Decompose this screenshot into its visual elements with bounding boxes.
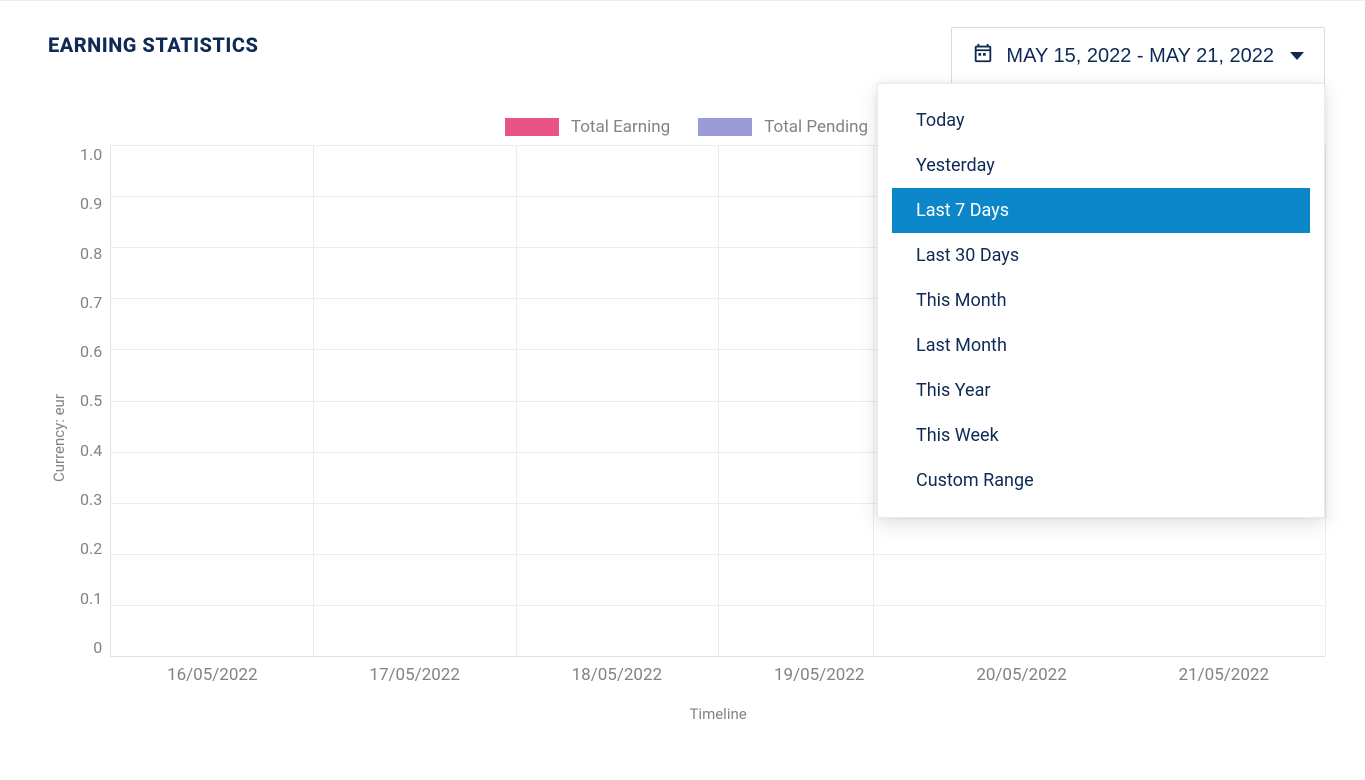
range-option-last-7-days[interactable]: Last 7 Days [892, 188, 1310, 233]
date-range-picker: MAY 15, 2022 - MAY 21, 2022 Today Yester… [951, 27, 1325, 85]
date-range-text: MAY 15, 2022 - MAY 21, 2022 [1006, 45, 1274, 68]
legend-item-total-pending[interactable]: Total Pending [698, 117, 868, 137]
y-tick: 0.9 [80, 194, 102, 213]
date-range-button[interactable]: MAY 15, 2022 - MAY 21, 2022 [951, 27, 1325, 85]
range-option-this-week[interactable]: This Week [892, 413, 1310, 458]
legend-item-total-earning[interactable]: Total Earning [505, 117, 670, 137]
x-tick: 18/05/2022 [572, 665, 662, 685]
range-option-this-month[interactable]: This Month [892, 278, 1310, 323]
y-tick: 0.8 [80, 244, 102, 263]
legend-label-total-pending: Total Pending [764, 117, 868, 137]
range-option-this-year[interactable]: This Year [892, 368, 1310, 413]
range-option-today[interactable]: Today [892, 98, 1310, 143]
page-title: EARNING STATISTICS [48, 33, 258, 57]
x-tick: 16/05/2022 [167, 665, 257, 685]
caret-down-icon [1290, 52, 1304, 60]
y-axis-ticks: 1.0 0.9 0.8 0.7 0.6 0.5 0.4 0.3 0.2 0.1 … [70, 145, 110, 657]
x-tick: 17/05/2022 [369, 665, 459, 685]
y-tick: 0.4 [80, 441, 102, 460]
y-tick: 0.7 [80, 293, 102, 312]
x-tick: 21/05/2022 [1179, 665, 1269, 685]
range-option-last-month[interactable]: Last Month [892, 323, 1310, 368]
y-tick: 0.2 [80, 539, 102, 558]
x-tick: 19/05/2022 [774, 665, 864, 685]
x-tick: 20/05/2022 [976, 665, 1066, 685]
panel-header-row: EARNING STATISTICS MAY 15, 2022 - MAY 21… [48, 27, 1325, 85]
date-range-dropdown: Today Yesterday Last 7 Days Last 30 Days… [877, 83, 1325, 518]
legend-label-total-earning: Total Earning [571, 117, 670, 137]
y-tick: 0.3 [80, 490, 102, 509]
y-tick: 0.1 [80, 589, 102, 608]
y-tick: 0 [93, 638, 102, 657]
y-tick: 0.5 [80, 391, 102, 410]
range-option-yesterday[interactable]: Yesterday [892, 143, 1310, 188]
calendar-icon [972, 42, 994, 70]
y-tick: 1.0 [80, 145, 102, 164]
legend-swatch-purple [698, 118, 752, 136]
range-option-custom-range[interactable]: Custom Range [892, 458, 1310, 503]
earning-statistics-panel: EARNING STATISTICS MAY 15, 2022 - MAY 21… [0, 0, 1365, 780]
x-axis-title: Timeline [111, 705, 1325, 723]
y-axis-title: Currency: eur [48, 183, 70, 693]
range-option-last-30-days[interactable]: Last 30 Days [892, 233, 1310, 278]
y-tick: 0.6 [80, 342, 102, 361]
legend-swatch-pink [505, 118, 559, 136]
